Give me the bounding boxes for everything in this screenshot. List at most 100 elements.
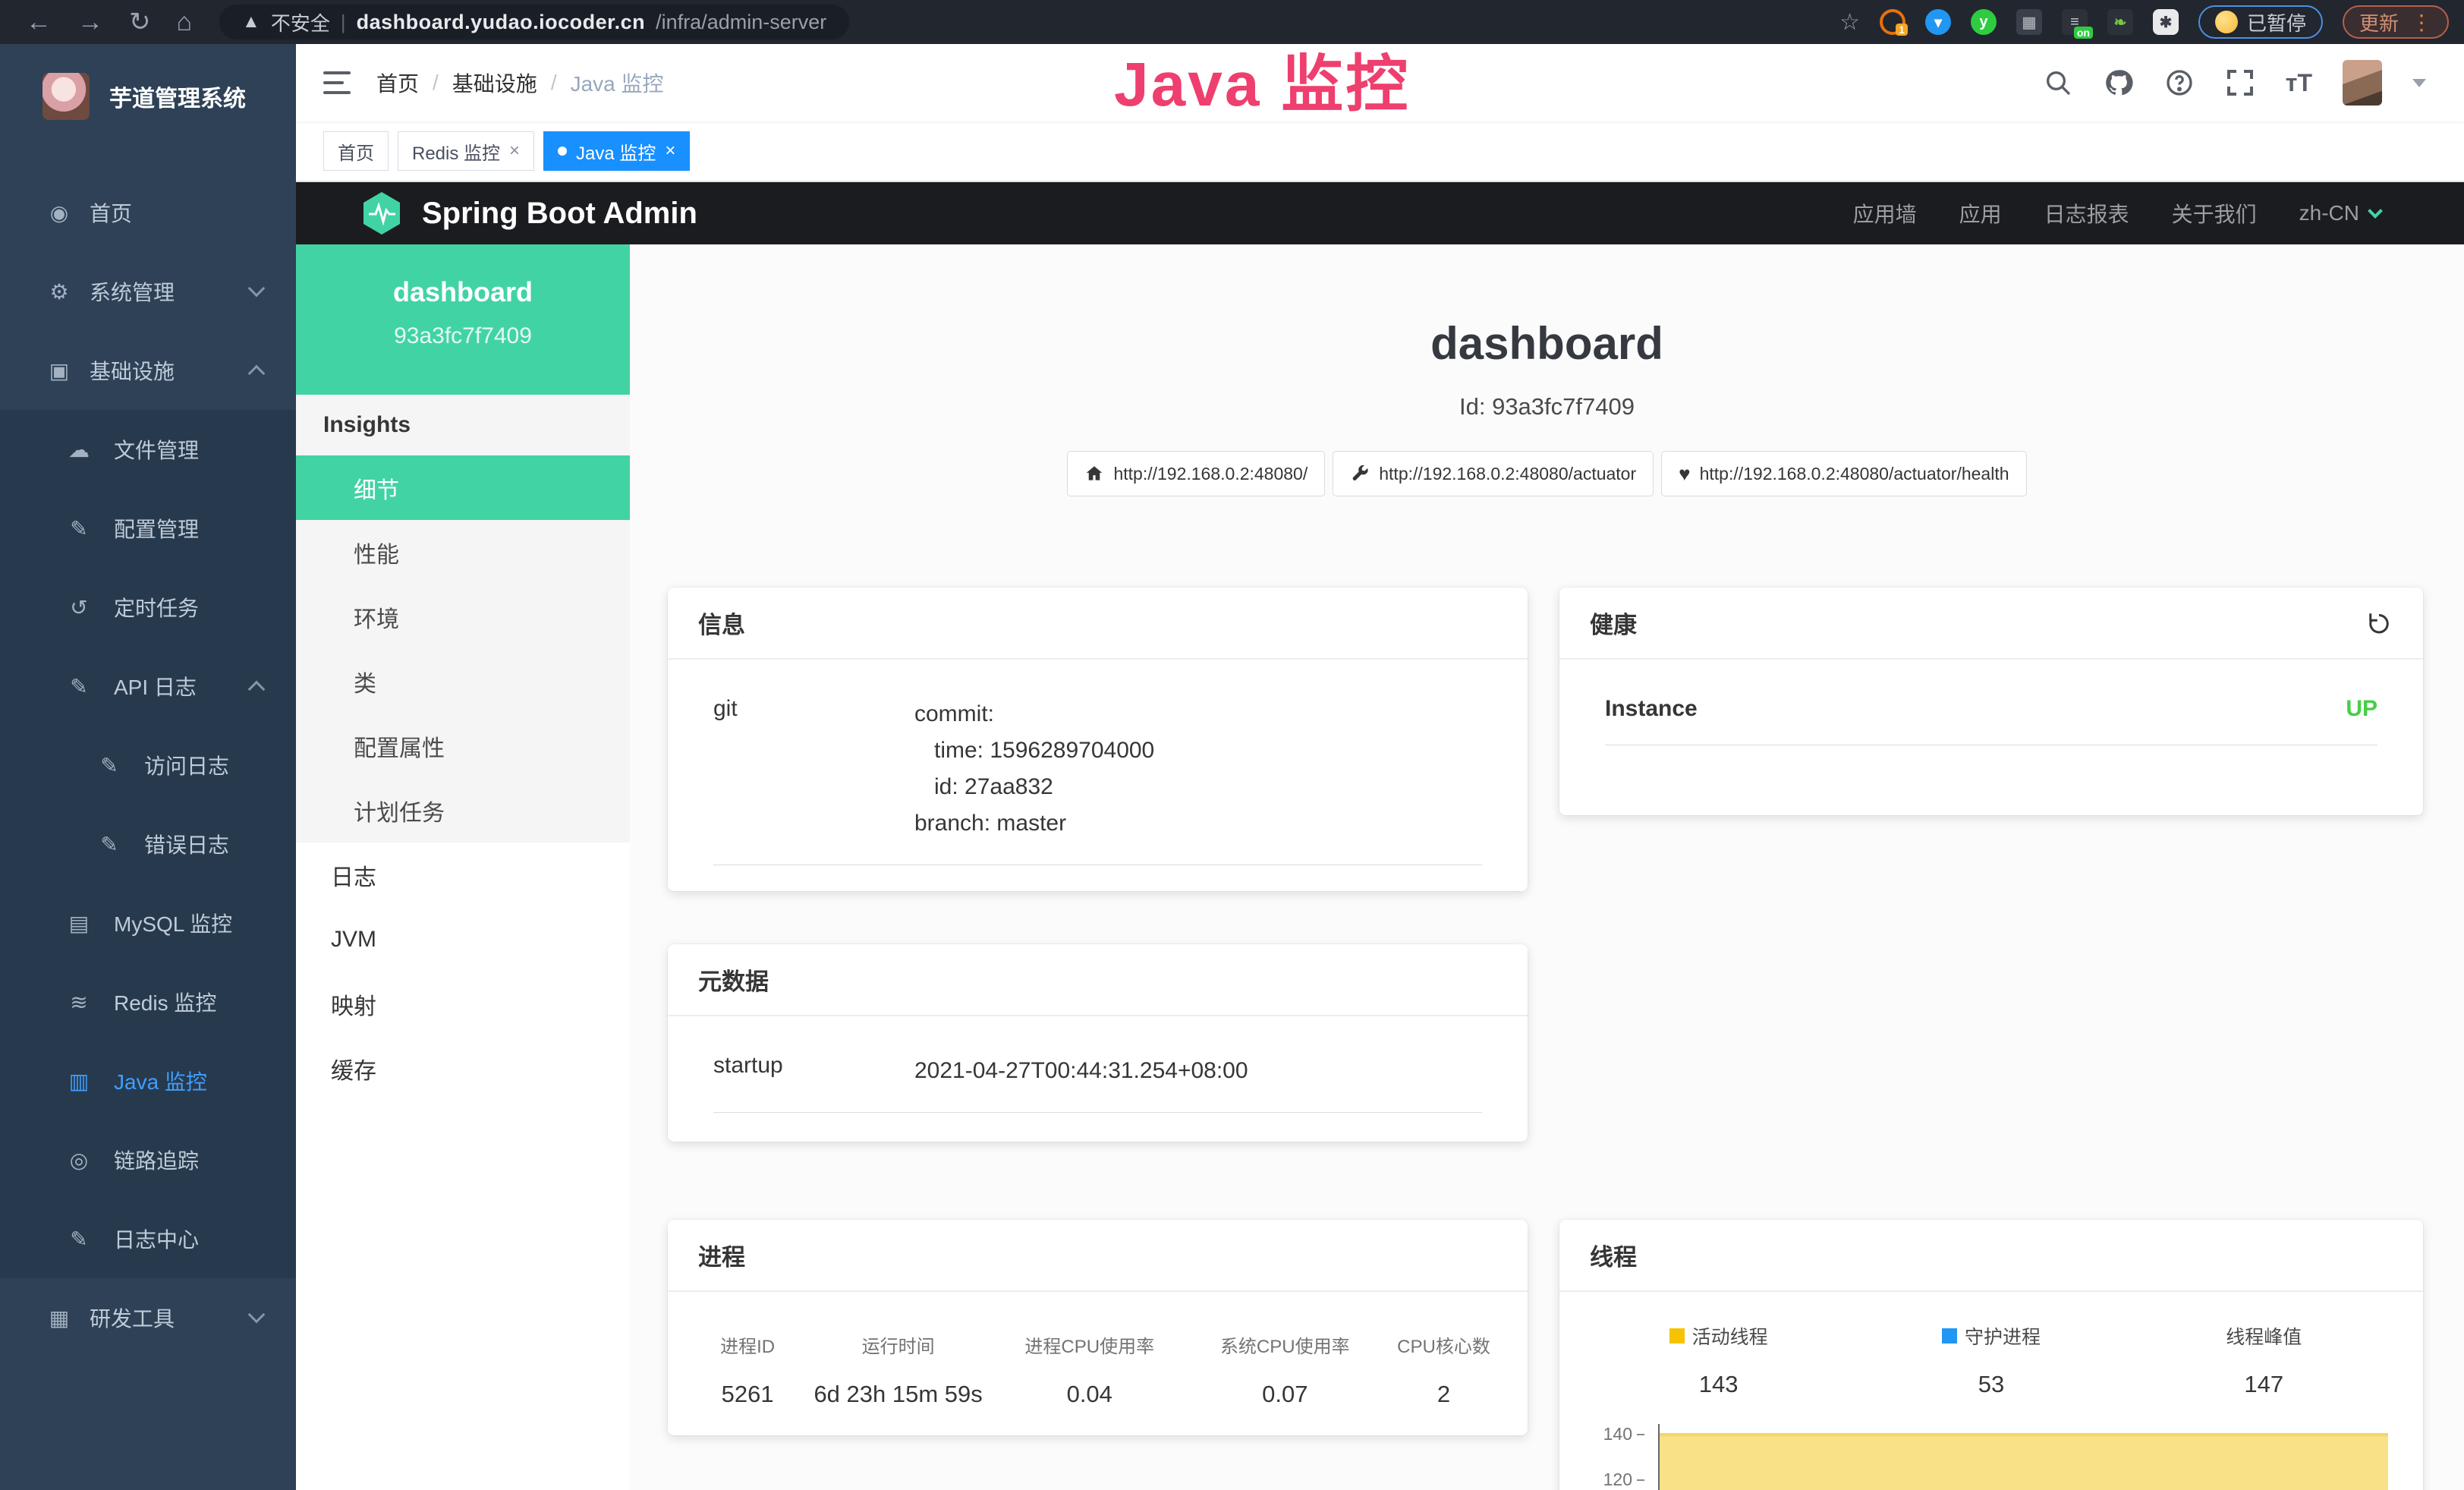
help-icon[interactable] (2164, 68, 2195, 98)
service-url-button[interactable]: http://192.168.0.2:48080/ (1067, 451, 1325, 496)
forward-icon[interactable]: → (77, 8, 103, 37)
sba-main: dashboard Id: 93a3fc7f7409 http://192.16… (630, 244, 2464, 1490)
sba-item-classes[interactable]: 类 (296, 649, 630, 713)
extension-icon-6[interactable]: ❧ (2107, 9, 2133, 35)
emoji-face-icon (2215, 11, 2238, 33)
browser-menu-kebab-icon[interactable]: ⋮ (2411, 10, 2432, 35)
instance-header[interactable]: dashboard 93a3fc7f7409 (296, 244, 630, 395)
insights-section-title: Insights (296, 395, 630, 455)
sba-item-config-props[interactable]: 配置属性 (296, 713, 630, 778)
java-monitor-icon: ▥ (62, 1069, 96, 1094)
avatar[interactable] (2343, 60, 2382, 106)
chevron-down-icon (248, 1306, 266, 1324)
health-status-badge: UP (2346, 696, 2377, 722)
edit-square-icon: ✎ (62, 674, 96, 699)
extension-icon-5[interactable]: ≡on (2062, 9, 2088, 35)
fullscreen-icon[interactable] (2225, 68, 2255, 98)
sidebar-item-access-logs[interactable]: ✎ 访问日志 (0, 726, 296, 805)
sba-item-caches[interactable]: 缓存 (296, 1036, 630, 1101)
sidebar-item-system-management[interactable]: ⚙ 系统管理 (0, 252, 296, 331)
metadata-key-startup: startup (713, 1053, 914, 1089)
instance-id: 93a3fc7f7409 (296, 323, 630, 349)
page-subtitle: Id: 93a3fc7f7409 (630, 393, 2464, 421)
sidebar-item-mysql-monitor[interactable]: ▤ MySQL 监控 (0, 884, 296, 962)
sba-nav-about[interactable]: 关于我们 (2172, 198, 2257, 228)
sba-item-details[interactable]: 细节 (296, 455, 630, 520)
breadcrumb: 首页 / 基础设施 / Java 监控 (376, 68, 664, 98)
extension-icon-2[interactable]: ▾ (1925, 9, 1951, 35)
sidebar-item-redis-monitor[interactable]: ≋ Redis 监控 (0, 962, 296, 1041)
back-icon[interactable]: ← (26, 8, 52, 37)
peak-threads-label: 线程峰值 (2226, 1322, 2302, 1350)
sidebar-item-error-logs[interactable]: ✎ 错误日志 (0, 805, 296, 884)
browser-home-icon[interactable]: ⌂ (177, 8, 193, 37)
sba-nav-applications[interactable]: 应用 (1959, 198, 2002, 228)
wrench-icon (1350, 464, 1370, 484)
paused-badge[interactable]: 已暂停 (2198, 5, 2323, 39)
close-icon[interactable]: × (509, 140, 520, 162)
process-table: 进程ID5261 运行时间6d 23h 15m 59s 进程CPU使用率0.04… (691, 1331, 1505, 1408)
browser-update-button[interactable]: 更新 ⋮ (2343, 5, 2449, 39)
sba-nav-journal[interactable]: 日志报表 (2044, 198, 2129, 228)
sba-nav-wallboard[interactable]: 应用墙 (1853, 198, 1917, 228)
sidebar-item-trace[interactable]: ◎ 链路追踪 (0, 1120, 296, 1199)
extensions-puzzle-icon[interactable]: ✱ (2153, 9, 2179, 35)
sidebar-item-config-management[interactable]: ✎ 配置管理 (0, 489, 296, 568)
metadata-card: 元数据 startup 2021-04-27T00:44:31.254+08:0… (668, 944, 1528, 1142)
extension-icon-3[interactable]: y (1971, 9, 1997, 35)
sba-item-jvm[interactable]: JVM (296, 907, 630, 972)
tab-redis-monitor[interactable]: Redis 监控 × (398, 131, 534, 171)
sba-item-environment[interactable]: 环境 (296, 584, 630, 649)
sba-brand[interactable]: Spring Boot Admin (361, 191, 697, 236)
reload-icon[interactable]: ↻ (129, 7, 151, 37)
bookmark-star-icon[interactable]: ☆ (1839, 9, 1860, 36)
annotation-java-monitor: Java 监控 (1114, 33, 1410, 124)
tab-home[interactable]: 首页 (323, 131, 389, 171)
extension-icon-4[interactable]: ▦ (2016, 9, 2042, 35)
sidebar-item-infrastructure[interactable]: ▣ 基础设施 (0, 331, 296, 410)
infrastructure-submenu: ☁ 文件管理 ✎ 配置管理 ↺ 定时任务 ✎ API 日志 ✎ (0, 410, 296, 1278)
journal-icon: ✎ (62, 1227, 96, 1252)
sidebar-item-scheduled-tasks[interactable]: ↺ 定时任务 (0, 568, 296, 647)
github-icon[interactable] (2104, 68, 2134, 98)
hamburger-icon[interactable] (323, 71, 351, 94)
address-bar[interactable]: ▲ 不安全 | dashboard.yudao.iocoder.cn /infr… (219, 5, 849, 39)
breadcrumb-infrastructure[interactable]: 基础设施 (452, 68, 537, 98)
breadcrumb-home[interactable]: 首页 (376, 68, 419, 98)
sba-locale-select[interactable]: zh-CN (2299, 201, 2381, 225)
not-secure-warning-icon: ▲ (242, 11, 260, 33)
threads-chart-plot (1658, 1424, 2388, 1490)
sba-header: Spring Boot Admin 应用墙 应用 日志报表 关于我们 zh-CN (296, 182, 2464, 244)
sidebar-item-home[interactable]: ◉ 首页 (0, 173, 296, 252)
health-url-button[interactable]: ♥ http://192.168.0.2:48080/actuator/heal… (1661, 451, 2026, 496)
sidebar-item-file-management[interactable]: ☁ 文件管理 (0, 410, 296, 489)
app-title: 芋道管理系统 (109, 80, 246, 113)
live-threads-value: 143 (1582, 1371, 1855, 1398)
chevron-down-icon (2368, 203, 2383, 219)
database-icon: ▤ (62, 911, 96, 936)
sba-item-mappings[interactable]: 映射 (296, 972, 630, 1036)
home-icon (1084, 464, 1104, 484)
tab-java-monitor[interactable]: Java 监控 × (543, 131, 690, 171)
monitor-icon: ▣ (42, 358, 76, 383)
font-size-icon[interactable]: тT (2286, 69, 2312, 97)
sidebar-item-api-logs[interactable]: ✎ API 日志 (0, 647, 296, 726)
sidebar-item-java-monitor[interactable]: ▥ Java 监控 (0, 1041, 296, 1120)
extension-icon-1[interactable]: 1 (1880, 9, 1905, 35)
history-icon[interactable] (2365, 610, 2393, 637)
actuator-url-button[interactable]: http://192.168.0.2:48080/actuator (1333, 451, 1654, 496)
app-sidebar: 芋道管理系统 ◉ 首页 ⚙ 系统管理 ▣ 基础设施 ☁ 文件管理 (0, 44, 296, 1490)
process-card: 进程 进程ID5261 运行时间6d 23h 15m 59s 进程CPU使用率0… (668, 1220, 1528, 1435)
sba-item-logs[interactable]: 日志 (296, 843, 630, 907)
sba-item-metrics[interactable]: 性能 (296, 520, 630, 584)
daemon-threads-label: 守护进程 (1965, 1322, 2041, 1350)
close-icon[interactable]: × (665, 140, 675, 162)
sidebar-item-log-center[interactable]: ✎ 日志中心 (0, 1199, 296, 1278)
url-domain: dashboard.yudao.iocoder.cn (357, 11, 646, 34)
briefcase-icon: ▦ (42, 1306, 76, 1331)
app-logo-row[interactable]: 芋道管理系统 (0, 44, 296, 135)
avatar-caret-icon[interactable] (2412, 79, 2426, 87)
sba-item-scheduled-tasks[interactable]: 计划任务 (296, 778, 630, 843)
search-icon[interactable] (2043, 68, 2073, 98)
sidebar-item-dev-tools[interactable]: ▦ 研发工具 (0, 1278, 296, 1357)
